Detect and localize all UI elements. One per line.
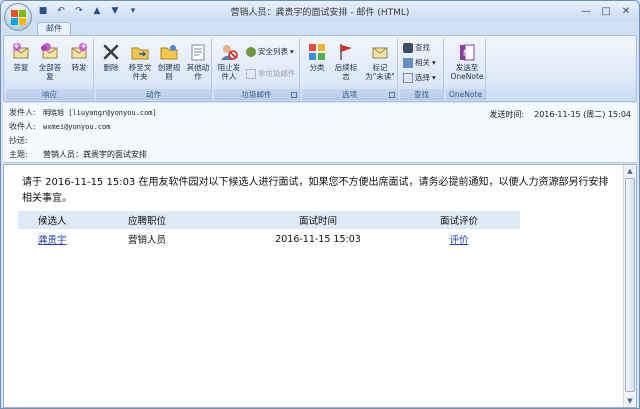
not-junk-button[interactable]: 非垃圾邮件 bbox=[246, 68, 296, 79]
subject-label: 主题: bbox=[9, 150, 28, 159]
block-sender-icon bbox=[221, 45, 238, 60]
subject-row: 主题: 营销人员：龚贵宇的面试安排 bbox=[9, 149, 147, 161]
minimize-button[interactable]: — bbox=[577, 4, 595, 18]
rule-icon bbox=[160, 45, 178, 60]
reply-icon bbox=[13, 43, 29, 59]
group-label-respond: 响应 bbox=[6, 89, 93, 100]
window-title: 营销人员：龚贵宇的面试安排 - 邮件 (HTML) bbox=[230, 8, 410, 18]
delete-icon bbox=[103, 44, 119, 60]
cc-row: 抄送: bbox=[9, 135, 43, 147]
ribbon: 答复 全部答复 转发 响应 删除 移至文件夹 创建规则 其他动作 动作 阻止发件… bbox=[3, 35, 637, 102]
position-cell: 营销人员 bbox=[128, 235, 167, 246]
binoculars-icon bbox=[403, 42, 413, 53]
interview-table: 候选人 应聘职位 面试时间 面试评价 龚贵宇 营销人员 2016-11-15 1… bbox=[18, 211, 520, 249]
window-controls: — □ ✕ bbox=[577, 4, 635, 18]
svg-text:N: N bbox=[463, 49, 469, 58]
dialog-launcher-icon[interactable] bbox=[389, 92, 395, 98]
ribbon-tab-strip: 邮件 bbox=[1, 21, 639, 35]
categorize-button[interactable]: 分类 bbox=[303, 40, 331, 86]
group-label-options: 选项 bbox=[302, 89, 397, 100]
from-label: 发件人: bbox=[9, 108, 36, 117]
group-label-actions: 动作 bbox=[96, 89, 211, 100]
tab-message[interactable]: 邮件 bbox=[37, 22, 71, 35]
to-row: 收件人: wxmei@yonyou.com bbox=[9, 121, 110, 133]
office-button[interactable] bbox=[4, 3, 32, 31]
table-row: 龚贵宇 营销人员 2016-11-15 15:03 评价 bbox=[18, 229, 520, 249]
group-find: 查找 相关 ▾ 选择 ▾ 查找 bbox=[400, 38, 444, 100]
delete-button[interactable]: 删除 bbox=[97, 40, 125, 86]
office-logo-icon bbox=[11, 10, 26, 25]
dropdown-arrow-icon: ▾ bbox=[432, 58, 436, 67]
column-header-position: 应聘职位 bbox=[108, 211, 238, 229]
folder-move-icon bbox=[131, 47, 149, 60]
related-icon bbox=[403, 57, 413, 68]
dropdown-arrow-icon: ▾ bbox=[432, 73, 436, 82]
reply-all-icon bbox=[41, 43, 58, 59]
to-value[interactable]: wxmei@yonyou.com bbox=[43, 121, 110, 133]
onenote-icon: N bbox=[460, 44, 475, 61]
scroll-thumb[interactable] bbox=[625, 178, 635, 392]
categorize-icon bbox=[309, 44, 325, 60]
column-header-time: 面试时间 bbox=[238, 211, 398, 229]
title-bar: ■ ↶ ↷ ▲ ▼ ▾ 营销人员：龚贵宇的面试安排 - 邮件 (HTML) — … bbox=[1, 1, 639, 21]
create-rule-button[interactable]: 创建规则 bbox=[155, 40, 183, 86]
mark-unread-button[interactable]: 标记为"未读" bbox=[364, 40, 396, 86]
to-label: 收件人: bbox=[9, 122, 36, 131]
dropdown-arrow-icon: ▾ bbox=[290, 47, 294, 56]
group-label-onenote: OneNote bbox=[446, 89, 485, 100]
vertical-scrollbar[interactable]: ▲ ▼ bbox=[623, 165, 636, 407]
column-header-candidate: 候选人 bbox=[18, 211, 108, 229]
reply-all-button[interactable]: 全部答复 bbox=[36, 40, 64, 86]
cc-label: 抄送: bbox=[9, 136, 28, 145]
evaluation-link[interactable]: 评价 bbox=[449, 235, 468, 246]
group-label-find: 查找 bbox=[400, 89, 443, 100]
maximize-button[interactable]: □ bbox=[597, 4, 615, 18]
select-arrow-icon bbox=[403, 72, 413, 83]
group-junk: 阻止发件人 安全列表 ▾ 非垃圾邮件 垃圾邮件 bbox=[214, 38, 300, 100]
forward-icon bbox=[71, 43, 87, 59]
column-header-evaluation: 面试评价 bbox=[398, 211, 520, 229]
reply-button[interactable]: 答复 bbox=[7, 40, 35, 86]
candidate-cell: 龚贵宇 bbox=[18, 229, 108, 249]
time-cell: 2016-11-15 15:03 bbox=[275, 233, 361, 245]
safe-list-icon bbox=[246, 46, 256, 57]
outlook-message-window: ■ ↶ ↷ ▲ ▼ ▾ 营销人员：龚贵宇的面试安排 - 邮件 (HTML) — … bbox=[0, 0, 640, 409]
group-respond: 答复 全部答复 转发 响应 bbox=[6, 38, 94, 100]
select-button[interactable]: 选择 ▾ bbox=[403, 72, 436, 83]
group-actions: 删除 移至文件夹 创建规则 其他动作 动作 bbox=[96, 38, 212, 100]
from-row: 发件人: 明晓旭 [liuyangr@yonyou.com] bbox=[9, 107, 157, 119]
sent-time: 发送时间: 2016-11-15 (周二) 15:04 bbox=[489, 109, 631, 120]
table-header-row: 候选人 应聘职位 面试时间 面试评价 bbox=[18, 211, 520, 229]
send-to-onenote-button[interactable]: N 发送至OneNote bbox=[450, 40, 484, 86]
find-button[interactable]: 查找 bbox=[403, 42, 430, 53]
evaluation-cell: 评价 bbox=[398, 229, 520, 249]
other-actions-icon bbox=[191, 44, 205, 61]
group-options: 分类 后续标志 标记为"未读" 选项 bbox=[302, 38, 398, 100]
other-actions-button[interactable]: 其他动作 bbox=[184, 40, 212, 86]
message-body[interactable]: 请于 2016-11-15 15:03 在用友软件园对以下候选人进行面试，如果您… bbox=[3, 164, 637, 408]
block-sender-button[interactable]: 阻止发件人 bbox=[215, 40, 243, 86]
sent-value: 2016-11-15 (周二) 15:04 bbox=[534, 110, 631, 119]
flag-icon bbox=[340, 44, 352, 60]
group-label-junk: 垃圾邮件 bbox=[214, 89, 299, 100]
not-junk-icon bbox=[246, 68, 256, 79]
move-to-folder-button[interactable]: 移至文件夹 bbox=[126, 40, 154, 86]
group-onenote: N 发送至OneNote OneNote bbox=[446, 38, 486, 100]
mark-unread-icon bbox=[372, 47, 388, 59]
sent-label: 发送时间: bbox=[489, 110, 525, 119]
body-paragraph: 请于 2016-11-15 15:03 在用友软件园对以下候选人进行面试，如果您… bbox=[22, 177, 609, 204]
forward-button[interactable]: 转发 bbox=[65, 40, 93, 86]
message-header: 发件人: 明晓旭 [liuyangr@yonyou.com] 收件人: wxme… bbox=[3, 103, 637, 163]
from-value[interactable]: 明晓旭 [liuyangr@yonyou.com] bbox=[43, 107, 157, 119]
scroll-up-icon[interactable]: ▲ bbox=[624, 165, 636, 177]
related-button[interactable]: 相关 ▾ bbox=[403, 57, 436, 68]
dialog-launcher-icon[interactable] bbox=[291, 92, 297, 98]
follow-up-button[interactable]: 后续标志 bbox=[332, 40, 360, 86]
close-button[interactable]: ✕ bbox=[617, 4, 635, 18]
subject-value: 营销人员：龚贵宇的面试安排 bbox=[43, 150, 147, 159]
safe-list-button[interactable]: 安全列表 ▾ bbox=[246, 46, 294, 57]
candidate-link[interactable]: 龚贵宇 bbox=[38, 235, 67, 246]
scroll-down-icon[interactable]: ▼ bbox=[624, 395, 636, 407]
